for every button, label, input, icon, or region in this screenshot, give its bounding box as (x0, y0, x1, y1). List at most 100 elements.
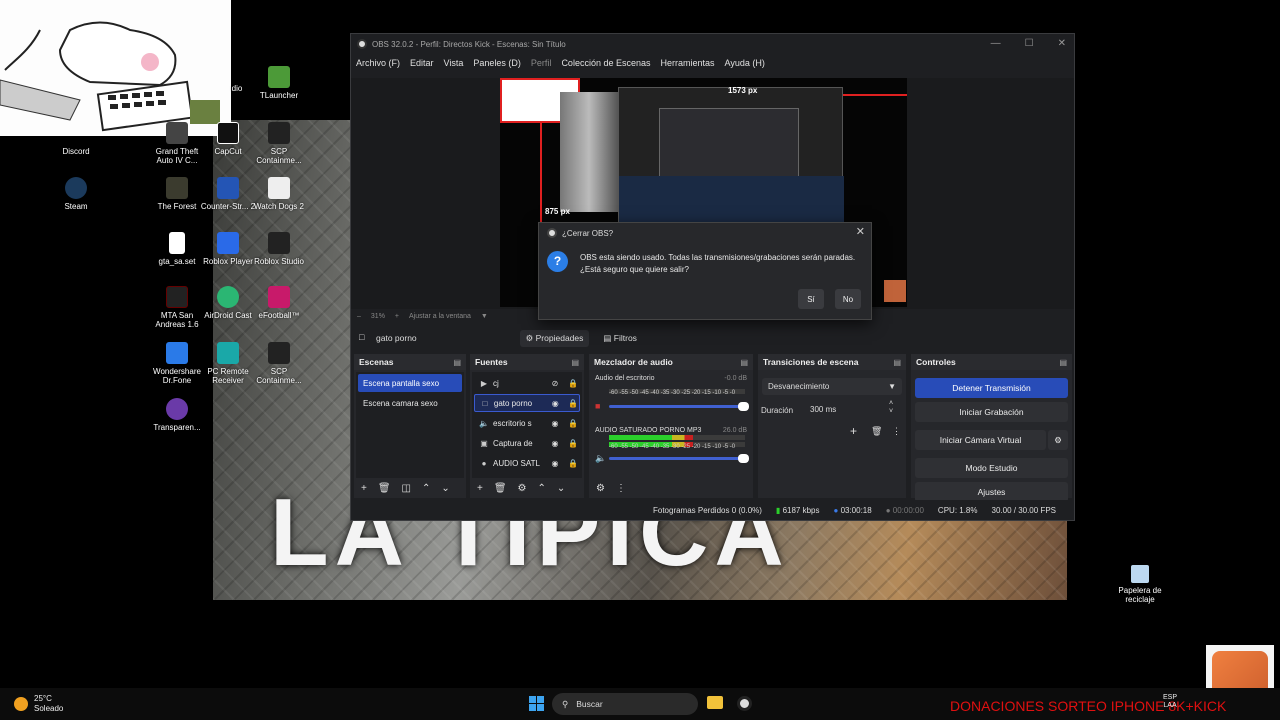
volume-slider[interactable] (609, 457, 745, 460)
studio-mode-button[interactable]: Modo Estudio (915, 458, 1068, 478)
obs-titlebar[interactable]: OBS 32.0.2 - Perfil: Directos Kick - Esc… (351, 34, 1074, 54)
duration-input[interactable]: 300 ms (806, 401, 902, 418)
lock-icon[interactable]: 🔒 (567, 419, 579, 428)
desktop-icon-tlauncher[interactable]: TLauncher (251, 66, 307, 100)
source-item[interactable]: ▣ Captura de ◉ 🔒 (474, 434, 580, 452)
source-item[interactable]: ▶ cj ⊘ 🔒 (474, 374, 580, 392)
start-recording-button[interactable]: Iniciar Grabación (915, 402, 1068, 422)
no-button[interactable]: No (835, 289, 861, 309)
desktop-icon-airdroid[interactable]: AirDroid Cast (200, 286, 256, 320)
stepper-icon[interactable]: ˄ ˅ (889, 400, 893, 416)
advanced-audio-icon[interactable]: ⚙ (596, 483, 605, 494)
speaker-icon[interactable]: 🔈 (595, 453, 606, 464)
start-virtual-camera-button[interactable]: Iniciar Cámara Virtual (915, 430, 1046, 450)
settings-button[interactable]: Ajustes (915, 482, 1068, 502)
volume-knob[interactable] (738, 402, 749, 411)
file-explorer-icon[interactable] (707, 696, 723, 709)
eye-icon[interactable]: ◉ (549, 459, 561, 468)
lock-icon[interactable]: 🔒 (567, 399, 579, 408)
volume-knob[interactable] (738, 454, 749, 463)
weather-widget[interactable]: 25°C Soleado (14, 694, 63, 714)
menu-archivo[interactable]: Archivo (F) (356, 58, 400, 68)
source-item[interactable]: ● AUDIO SATL ◉ 🔒 (474, 454, 580, 472)
desktop-icon-roblox-studio[interactable]: Roblox Studio (251, 232, 307, 266)
yes-button[interactable]: Sí (798, 289, 824, 309)
desktop-icon-efootball[interactable]: eFootball™ (251, 286, 307, 320)
menu-herramientas[interactable]: Herramientas (661, 58, 715, 68)
zoom-in-icon[interactable]: + (395, 313, 399, 320)
filters-button[interactable]: ▤ Filtros (597, 330, 643, 347)
language-indicator[interactable]: ESP LAA (1163, 694, 1177, 710)
desktop-icon-the-forest[interactable]: The Forest (149, 177, 205, 211)
desktop-icon-gta-iv[interactable]: Grand Theft Auto IV C... (149, 122, 205, 165)
dock-float-icon[interactable]: ▤ (571, 358, 579, 367)
desktop-icon-capcut[interactable]: CapCut (200, 122, 256, 156)
desktop-icon-mta[interactable]: MTA San Andreas 1.6 (149, 286, 205, 329)
eye-icon[interactable]: ◉ (549, 399, 561, 408)
move-down-button[interactable]: ⌄ (557, 483, 565, 494)
scene-filters-button[interactable]: ◫ (402, 483, 411, 494)
source-item[interactable]: □ gato porno ◉ 🔒 (474, 394, 580, 412)
volume-slider[interactable] (609, 405, 745, 408)
obs-taskbar-icon[interactable] (737, 696, 752, 711)
desktop-icon-recycle-bin[interactable]: Papelera de reciclaje (1112, 565, 1168, 604)
add-source-button[interactable]: + (477, 483, 483, 494)
desktop-icon-counter-strike[interactable]: Counter-Str... 2 (200, 177, 256, 211)
dock-float-icon[interactable]: ▤ (893, 358, 901, 367)
menu-dots-icon[interactable]: ⋮ (892, 426, 901, 437)
menu-paneles[interactable]: Paneles (D) (473, 58, 521, 68)
move-up-button[interactable]: ⌃ (422, 483, 430, 494)
fit-to-window[interactable]: Ajustar a la ventana (409, 313, 471, 320)
lock-icon[interactable]: 🔒 (567, 379, 579, 388)
menu-editar[interactable]: Editar (410, 58, 434, 68)
desktop-icon-scp-2[interactable]: SCP Containme... (251, 342, 307, 385)
move-up-button[interactable]: ⌃ (538, 483, 546, 494)
menu-dots-icon[interactable]: ⋮ (616, 483, 626, 494)
menu-perfil[interactable]: Perfil (531, 58, 552, 68)
dock-float-icon[interactable]: ▤ (740, 358, 748, 367)
eye-icon[interactable]: ◉ (549, 419, 561, 428)
properties-button[interactable]: ⚙ Propiedades (519, 329, 590, 347)
add-transition-button[interactable]: + (850, 424, 857, 438)
taskbar-search[interactable]: ⚲ Buscar (552, 693, 698, 715)
scene-item[interactable]: Escena pantalla sexo (358, 374, 462, 392)
desktop-icon-scp-1[interactable]: SCP Containme... (251, 122, 307, 165)
menu-ayuda[interactable]: Ayuda (H) (725, 58, 765, 68)
hidden-eye-icon[interactable]: ⊘ (549, 379, 561, 388)
close-icon[interactable]: ✕ (1058, 38, 1066, 49)
desktop-icon-steam[interactable]: Steam (48, 177, 104, 211)
transition-select[interactable]: Desvanecimiento ▼ (762, 378, 902, 395)
maximize-icon[interactable]: ☐ (1025, 38, 1034, 49)
lock-icon[interactable]: 🔒 (567, 439, 579, 448)
add-scene-button[interactable]: + (361, 483, 367, 494)
virtual-camera-gear-icon[interactable]: ⚙ (1048, 430, 1068, 450)
remove-transition-button[interactable]: 🗑 (871, 426, 882, 437)
remove-scene-button[interactable]: 🗑 (378, 483, 391, 494)
lock-icon[interactable]: 🔒 (567, 459, 579, 468)
eye-icon[interactable]: ◉ (549, 439, 561, 448)
desktop-icon-watch-dogs[interactable]: Watch Dogs 2 (251, 177, 307, 211)
move-down-button[interactable]: ⌄ (441, 483, 449, 494)
menu-vista[interactable]: Vista (444, 58, 464, 68)
source-settings-button[interactable]: ⚙ (518, 483, 527, 494)
desktop-icon-pc-remote[interactable]: PC Remote Receiver (200, 342, 256, 385)
chevron-down-icon[interactable]: ▼ (481, 313, 488, 320)
windows-start-icon[interactable] (529, 696, 544, 711)
source-item[interactable]: 🔈 escritorio s ◉ 🔒 (474, 414, 580, 432)
close-icon[interactable]: ✕ (856, 225, 865, 238)
muted-speaker-icon[interactable]: ■ (595, 401, 600, 411)
menu-coleccion-escenas[interactable]: Colección de Escenas (561, 58, 650, 68)
remove-source-button[interactable]: 🗑 (494, 483, 507, 494)
desktop-icon-drfone[interactable]: Wondershare Dr.Fone (149, 342, 205, 385)
zoom-out-icon[interactable]: – (357, 313, 361, 320)
minimize-icon[interactable]: — (991, 38, 1001, 49)
desktop-icon-gta-sa-set[interactable]: gta_sa.set (149, 232, 205, 266)
dock-float-icon[interactable]: ▤ (453, 358, 461, 367)
desktop-icon-transparent[interactable]: Transparen... (149, 398, 205, 432)
dock-float-icon[interactable]: ▤ (1059, 358, 1067, 367)
desktop-icon-dio[interactable]: dio (222, 84, 252, 93)
desktop-icon-roblox-player[interactable]: Roblox Player (200, 232, 256, 266)
desktop-icon-discord[interactable]: Discord (48, 122, 104, 156)
stop-streaming-button[interactable]: Detener Transmisión (915, 378, 1068, 398)
scene-item[interactable]: Escena camara sexo (358, 394, 462, 412)
